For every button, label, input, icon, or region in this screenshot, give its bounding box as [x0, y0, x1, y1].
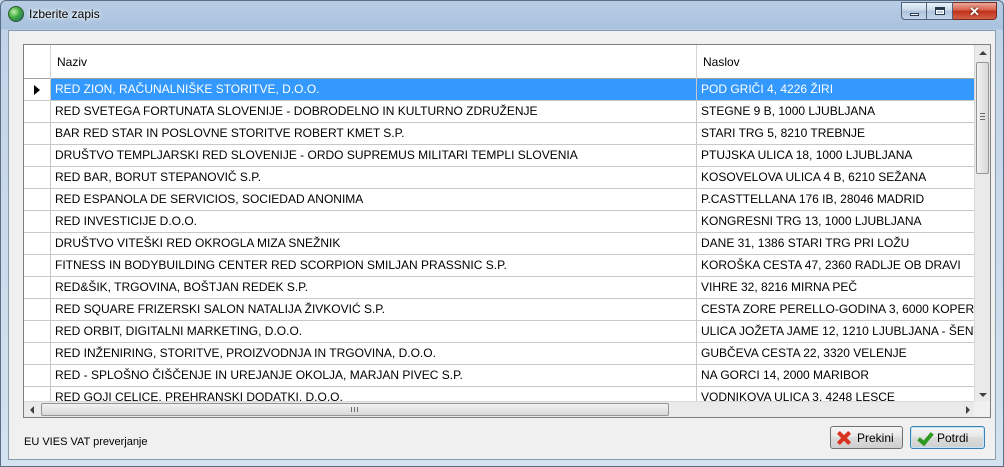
cancel-button-label: Prekini	[857, 430, 894, 445]
cell-naslov[interactable]: KONGRESNI TRG 13, 1000 LJUBLJANA	[697, 211, 976, 232]
cell-naslov[interactable]: VIHRE 32, 8216 MIRNA PEČ	[697, 277, 976, 298]
table-row[interactable]: DRUŠTVO VITEŠKI RED OKROGLA MIZA SNEŽNIK…	[24, 233, 976, 255]
row-selector[interactable]	[24, 167, 51, 188]
table-row[interactable]: RED INVESTICIJE D.O.O. KONGRESNI TRG 13, …	[24, 211, 976, 233]
cell-naslov[interactable]: NA GORCI 14, 2000 MARIBOR	[697, 365, 976, 386]
cell-naziv[interactable]: BAR RED STAR IN POSLOVNE STORITVE ROBERT…	[51, 123, 697, 144]
horizontal-scrollbar[interactable]	[24, 401, 976, 417]
cell-naslov[interactable]: KOSOVELOVA ULICA 4 B, 6210 SEŽANA	[697, 167, 976, 188]
status-label: EU VIES VAT preverjanje	[24, 436, 148, 448]
caption-buttons: ✕	[901, 2, 997, 20]
confirm-button-label: Potrdi	[937, 430, 969, 445]
grip-icon	[980, 113, 985, 120]
row-selector[interactable]	[24, 365, 51, 386]
table-row[interactable]: RED BAR, BORUT STEPANOVIČ S.P. KOSOVELOVA…	[24, 167, 976, 189]
row-indicator-arrow-icon	[34, 85, 40, 95]
table-row[interactable]: RED SVETEGA FORTUNATA SLOVENIJE - DOBROD…	[24, 101, 976, 123]
row-selector[interactable]	[24, 79, 51, 100]
row-selector[interactable]	[24, 189, 51, 210]
scrollbar-corner	[974, 401, 990, 417]
row-selector[interactable]	[24, 101, 51, 122]
table-row[interactable]: BAR RED STAR IN POSLOVNE STORITVE ROBERT…	[24, 123, 976, 145]
records-grid[interactable]: Naziv Naslov RED ZION, RAČUNALNIŠKE STOR…	[23, 44, 991, 418]
cell-naziv[interactable]: RED SVETEGA FORTUNATA SLOVENIJE - DOBROD…	[51, 101, 697, 122]
confirm-button[interactable]: Potrdi	[910, 426, 985, 449]
cell-naziv[interactable]: DRUŠTVO VITEŠKI RED OKROGLA MIZA SNEŽNIK	[51, 233, 697, 254]
grid-rows: RED ZION, RAČUNALNIŠKE STORITVE, D.O.O. P…	[24, 79, 976, 403]
cell-naslov[interactable]: DANE 31, 1386 STARI TRG PRI LOŽU	[697, 233, 976, 254]
minimize-button[interactable]	[901, 2, 927, 20]
column-header-naslov[interactable]: Naslov	[697, 45, 976, 79]
cell-naziv[interactable]: RED INŽENIRING, STORITVE, PROIZVODNJA IN…	[51, 343, 697, 364]
vertical-scroll-thumb[interactable]	[976, 62, 989, 174]
cell-naziv[interactable]: RED BAR, BORUT STEPANOVIČ S.P.	[51, 167, 697, 188]
maximize-button[interactable]	[927, 2, 953, 20]
table-row[interactable]: RED SQUARE FRIZERSKI SALON NATALIJA ŽIVK…	[24, 299, 976, 321]
cell-naslov[interactable]: ULICA JOŽETA JAME 12, 1210 LJUBLJANA - Š…	[697, 321, 976, 342]
row-selector[interactable]	[24, 321, 51, 342]
row-selector[interactable]	[24, 233, 51, 254]
arrow-up-icon	[978, 51, 987, 55]
scroll-right-button[interactable]	[960, 402, 975, 417]
table-row[interactable]: RED INŽENIRING, STORITVE, PROIZVODNJA IN…	[24, 343, 976, 365]
globe-icon	[8, 6, 24, 22]
cell-naziv[interactable]: RED&ŠIK, TRGOVINA, BOŠTJAN REDEK S.P.	[51, 277, 697, 298]
green-check-icon	[917, 431, 931, 445]
red-x-icon	[837, 431, 851, 445]
table-row[interactable]: RED&ŠIK, TRGOVINA, BOŠTJAN REDEK S.P. VIH…	[24, 277, 976, 299]
cell-naslov[interactable]: PTUJSKA ULICA 18, 1000 LJUBLJANA	[697, 145, 976, 166]
row-selector[interactable]	[24, 211, 51, 232]
cell-naslov[interactable]: STARI TRG 5, 8210 TREBNJE	[697, 123, 976, 144]
maximize-icon	[934, 7, 945, 15]
row-selector[interactable]	[24, 145, 51, 166]
cell-naslov[interactable]: STEGNE 9 B, 1000 LJUBLJANA	[697, 101, 976, 122]
dialog-window: Izberite zapis ✕ Naziv Naslov RED ZION, …	[0, 0, 1004, 467]
row-selector[interactable]	[24, 299, 51, 320]
table-row[interactable]: RED ZION, RAČUNALNIŠKE STORITVE, D.O.O. P…	[24, 79, 976, 101]
cell-naziv[interactable]: RED ORBIT, DIGITALNI MARKETING, D.O.O.	[51, 321, 697, 342]
minimize-icon	[909, 12, 919, 16]
cell-naslov[interactable]: GUBČEVA CESTA 22, 3320 VELENJE	[697, 343, 976, 364]
table-row[interactable]: RED - SPLOŠNO ČIŠČENJE IN UREJANJE OKOLJ…	[24, 365, 976, 387]
arrow-right-icon	[965, 406, 970, 414]
table-row[interactable]: RED ORBIT, DIGITALNI MARKETING, D.O.O. UL…	[24, 321, 976, 343]
row-selector[interactable]	[24, 277, 51, 298]
cell-naslov[interactable]: P.CASTTELLANA 176 IB, 28046 MADRID	[697, 189, 976, 210]
table-row[interactable]: DRUŠTVO TEMPLJARSKI RED SLOVENIJE - ORDO…	[24, 145, 976, 167]
cell-naziv[interactable]: RED INVESTICIJE D.O.O.	[51, 211, 697, 232]
dialog-client-area: Naziv Naslov RED ZION, RAČUNALNIŠKE STOR…	[8, 30, 996, 460]
table-row[interactable]: RED ESPANOLA DE SERVICIOS, SOCIEDAD ANON…	[24, 189, 976, 211]
table-row[interactable]: FITNESS IN BODYBUILDING CENTER RED SCORP…	[24, 255, 976, 277]
cell-naslov[interactable]: CESTA ZORE PERELLO-GODINA 3, 6000 KOPER …	[697, 299, 976, 320]
title-bar[interactable]: Izberite zapis ✕	[1, 1, 1003, 29]
cell-naziv[interactable]: RED SQUARE FRIZERSKI SALON NATALIJA ŽIVK…	[51, 299, 697, 320]
cell-naziv[interactable]: RED ZION, RAČUNALNIŠKE STORITVE, D.O.O.	[51, 79, 697, 100]
column-header-naziv[interactable]: Naziv	[51, 45, 697, 79]
cell-naziv[interactable]: FITNESS IN BODYBUILDING CENTER RED SCORP…	[51, 255, 697, 276]
header-row-selector	[24, 45, 51, 79]
scroll-left-button[interactable]	[24, 402, 39, 417]
row-selector[interactable]	[24, 123, 51, 144]
cell-naslov[interactable]: KOROŠKA CESTA 47, 2360 RADLJE OB DRAVI	[697, 255, 976, 276]
row-selector[interactable]	[24, 343, 51, 364]
arrow-down-icon	[978, 393, 987, 397]
cell-naziv[interactable]: RED ESPANOLA DE SERVICIOS, SOCIEDAD ANON…	[51, 189, 697, 210]
cancel-button[interactable]: Prekini	[830, 426, 903, 449]
cell-naziv[interactable]: RED - SPLOŠNO ČIŠČENJE IN UREJANJE OKOLJ…	[51, 365, 697, 386]
window-title: Izberite zapis	[29, 7, 100, 21]
close-button[interactable]: ✕	[953, 2, 997, 20]
row-selector[interactable]	[24, 255, 51, 276]
cell-naslov[interactable]: POD GRIČI 4, 4226 ŽIRI	[697, 79, 976, 100]
cell-naziv[interactable]: DRUŠTVO TEMPLJARSKI RED SLOVENIJE - ORDO…	[51, 145, 697, 166]
horizontal-scroll-thumb[interactable]	[41, 403, 669, 416]
scroll-up-button[interactable]	[975, 45, 990, 61]
close-icon: ✕	[969, 3, 980, 19]
vertical-scrollbar[interactable]	[974, 45, 990, 403]
arrow-left-icon	[29, 406, 34, 414]
grid-header: Naziv Naslov	[24, 45, 976, 79]
grip-icon	[351, 407, 358, 412]
